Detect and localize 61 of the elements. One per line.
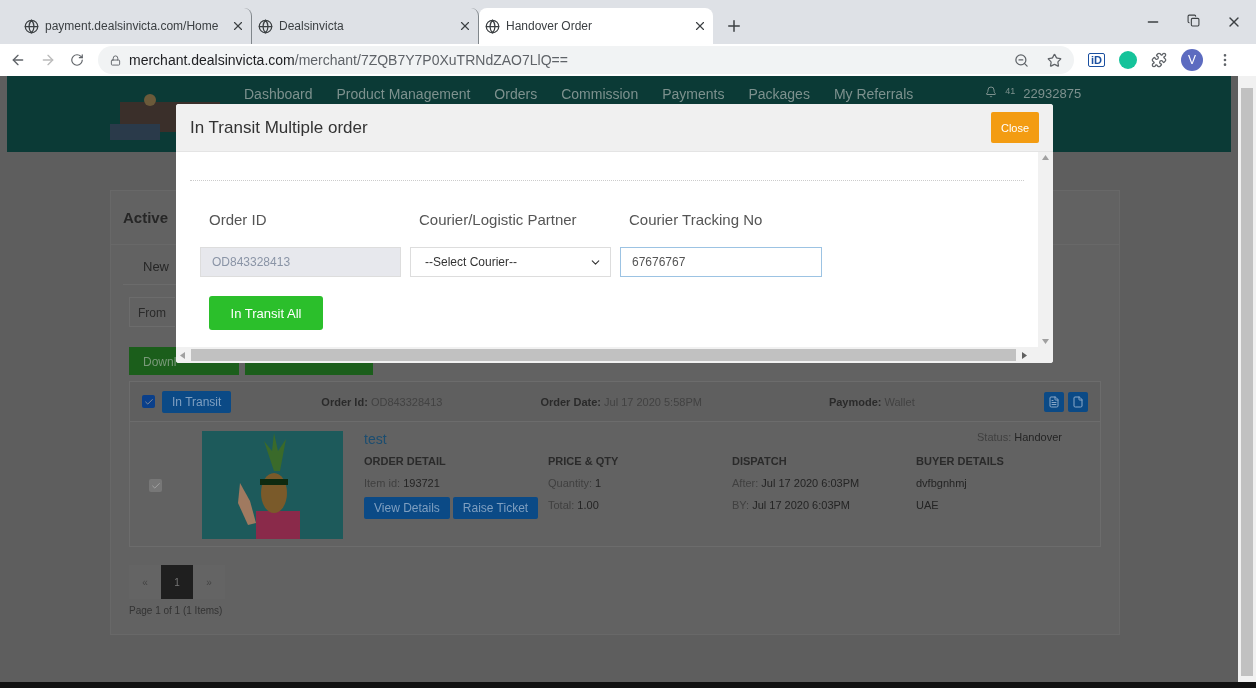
lock-icon	[110, 54, 121, 66]
scroll-left-icon[interactable]	[180, 351, 185, 359]
account-number: 22932875	[1023, 86, 1082, 101]
action-button[interactable]: View Details	[364, 497, 450, 519]
tracking-number-field[interactable]: 67676767	[620, 247, 822, 277]
check-icon	[150, 480, 161, 491]
close-icon[interactable]	[693, 19, 707, 33]
profile-avatar[interactable]: V	[1181, 49, 1203, 71]
extension-icon[interactable]: iD	[1088, 53, 1105, 67]
courier-select[interactable]: --Select Courier--	[410, 247, 611, 277]
globe-icon	[24, 18, 39, 34]
column-heading: PRICE & QTY	[548, 455, 620, 467]
checkbox[interactable]	[142, 395, 155, 408]
restore-icon[interactable]	[1187, 14, 1200, 27]
detail-text: UAE	[916, 499, 940, 511]
close-icon[interactable]	[231, 19, 245, 33]
grammar-extension-icon[interactable]	[1119, 51, 1137, 69]
close-icon[interactable]	[458, 19, 472, 33]
reload-icon[interactable]	[70, 53, 84, 67]
in-transit-button[interactable]: In Transit	[162, 390, 232, 413]
nav-link[interactable]: Orders	[482, 86, 550, 102]
detail-text: dvfbgnhmj	[916, 477, 968, 489]
column-heading: BUYER DETAILS	[916, 455, 1005, 467]
zoom-icon[interactable]	[1014, 52, 1029, 68]
puzzle-icon[interactable]	[1151, 52, 1167, 68]
nav-link[interactable]: Payments	[650, 86, 737, 102]
action-button[interactable]: Raise Ticket	[452, 497, 539, 519]
scroll-right-icon[interactable]	[1022, 351, 1027, 359]
date-filter-field[interactable]: From	[129, 297, 175, 327]
scrollbar-thumb[interactable]	[191, 349, 1016, 361]
in-transit-all-button[interactable]: In Transit All	[209, 296, 323, 330]
column-heading: DISPATCH	[732, 455, 788, 467]
scroll-down-icon[interactable]	[1042, 339, 1049, 344]
nav-link[interactable]: Dashboard	[232, 86, 325, 102]
browser-tab[interactable]: Handover Order	[479, 8, 713, 44]
check-icon	[143, 396, 154, 407]
globe-icon	[258, 18, 273, 34]
page-link[interactable]: 1	[161, 565, 193, 599]
modal-title: In Transit Multiple order	[190, 117, 368, 138]
field-label: Courier Tracking No	[628, 211, 764, 228]
document-icon[interactable]	[1068, 391, 1088, 412]
scroll-up-icon[interactable]	[1042, 155, 1049, 160]
close-button[interactable]: Close	[991, 112, 1039, 143]
nav-link[interactable]: Commission	[549, 86, 651, 102]
field-label: Courier/Logistic Partner	[418, 211, 578, 228]
bell-icon[interactable]	[985, 86, 998, 98]
nav-link[interactable]: Packages	[736, 86, 822, 102]
scrollbar-thumb[interactable]	[1241, 88, 1253, 676]
star-icon[interactable]	[1047, 52, 1062, 68]
order-id-field[interactable]: OD843328413	[200, 247, 401, 277]
browser-tab[interactable]: payment.dealsinvicta.com/Home	[18, 8, 252, 44]
back-icon[interactable]	[10, 52, 26, 68]
field-label: Order ID	[208, 211, 268, 228]
notification-count: 41	[1005, 86, 1016, 98]
checkbox[interactable]	[149, 479, 162, 492]
globe-icon	[485, 18, 500, 34]
nav-link[interactable]: My Referrals	[821, 86, 926, 102]
new-tab-icon[interactable]	[725, 17, 743, 35]
column-heading: ORDER DETAIL	[364, 455, 447, 467]
nav-link[interactable]: Product Management	[324, 86, 483, 102]
address-bar[interactable]: merchant.dealsinvicta.com/merchant/7ZQB7Y7P0XuTRNdZAO7LlQ==	[98, 46, 1074, 74]
